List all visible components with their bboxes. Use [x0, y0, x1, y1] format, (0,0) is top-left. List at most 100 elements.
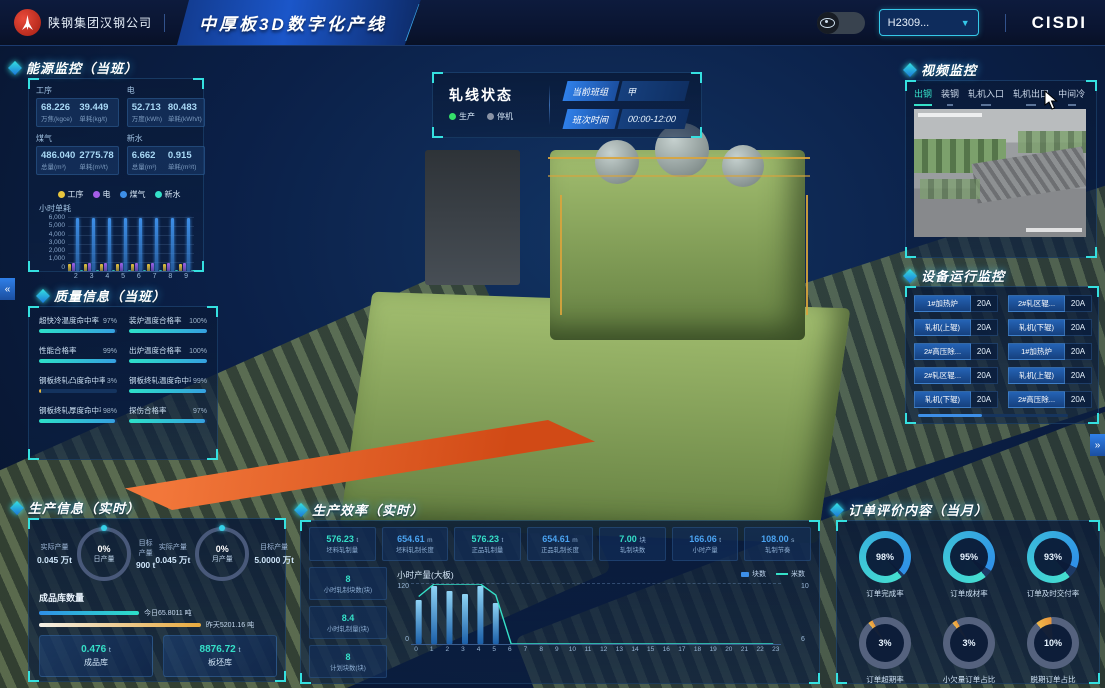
x-tick: 15 — [646, 646, 656, 653]
x-tick: 10 — [567, 646, 577, 653]
equipment-name-button[interactable]: 2#高压除... — [914, 343, 971, 360]
camera-tab-1[interactable]: 装钢 — [941, 87, 959, 106]
energy-metric: 0.915单耗(m³/t) — [168, 150, 200, 171]
progress-fill — [129, 329, 207, 333]
efficiency-side-card: 8计划块数(块) — [309, 645, 387, 678]
equipment-scrollbar[interactable] — [918, 414, 1068, 417]
x-tick: 5 — [489, 646, 499, 653]
hourly-chart-svg — [411, 584, 781, 644]
bar — [179, 264, 182, 271]
energy-group-name: 工序 — [36, 85, 119, 96]
equipment-name-button[interactable]: 轧机(上辊) — [914, 319, 971, 336]
donut-value: 3% — [950, 624, 988, 662]
eye-icon — [817, 12, 839, 34]
x-tick: 4 — [105, 273, 109, 280]
equipment-cell: 轧机(下辊)20A — [1008, 319, 1092, 336]
equipment-name-button[interactable]: 2#高压除... — [1008, 391, 1065, 408]
camera-feed[interactable] — [914, 109, 1086, 237]
visibility-toggle[interactable] — [817, 12, 865, 34]
legend-label: 块数 — [752, 569, 766, 579]
x-tick: 13 — [614, 646, 624, 653]
bar-group — [131, 218, 146, 271]
order-donut: 10%脱期订单占比 — [1027, 617, 1079, 688]
top-bar: 陕钢集团汉钢公司 中厚板3D数字化产线 H2309... ▼ CISDI — [0, 0, 1105, 46]
donut-ring: 10% — [1027, 617, 1079, 669]
equipment-name-button[interactable]: 轧机(下辊) — [914, 391, 971, 408]
efficiency-card: 576.23 t正品轧制量 — [454, 527, 521, 561]
shift-team-row: 当前班组 甲 — [565, 81, 687, 101]
energy-group: 电52.713万度(kWh)80.483单耗(kWh/t) — [127, 85, 205, 127]
progress-fill — [129, 419, 205, 423]
efficiency-side-card: 8小时轧制块数(块) — [309, 567, 387, 600]
efficiency-panel: 576.23 t坯料轧制量654.61 m坯料轧制长度576.23 t正品轧制量… — [300, 520, 820, 684]
equipment-name-button[interactable]: 1#加热炉 — [914, 295, 971, 312]
quality-panel-title: 质量信息（当班） — [54, 286, 166, 305]
hourly-output-chart: 1200 106 0123456789101112131415161718192… — [411, 583, 799, 657]
y-tick-right: 10 — [801, 583, 815, 590]
bar — [108, 218, 111, 271]
hourly-chart-legend: 块数 米数 — [741, 569, 805, 579]
energy-group: 煤气486.040总量(m³)2775.78单耗(m³/t) — [36, 133, 119, 175]
progress-fill — [39, 359, 116, 363]
equipment-name-button[interactable]: 2#轧区辊... — [914, 367, 971, 384]
bar-group — [116, 218, 131, 271]
donut-ring: 98% — [859, 531, 911, 583]
panel-icon — [10, 500, 24, 514]
device-select-dropdown[interactable]: H2309... ▼ — [879, 9, 979, 36]
target-output: 目标产量900 t — [136, 538, 155, 570]
energy-metric-groups: 工序68.226万焦(kgce)39.449单耗(kg/t)电52.713万度(… — [36, 85, 194, 175]
left-collapse-tab[interactable]: « — [0, 278, 15, 300]
progress-track — [129, 359, 207, 363]
quality-item-top: 探伤合格率97% — [129, 405, 207, 416]
bar — [143, 270, 146, 271]
energy-metric: 52.713万度(kWh) — [132, 102, 164, 123]
target-output: 目标产量5.0000 万t — [254, 542, 294, 566]
efficiency-card: 108.00 s轧制节奏 — [744, 527, 811, 561]
order-donut: 3%订单超期率 — [859, 617, 911, 688]
camera-osd — [1026, 228, 1082, 232]
equipment-current-value: 20A — [1065, 391, 1092, 408]
inventory-bars: 今日65.8011 吨昨天5201.16 吨 — [39, 607, 277, 631]
bar — [191, 270, 194, 271]
equipment-name-button[interactable]: 2#轧区辊... — [1008, 295, 1065, 312]
bar-group — [147, 218, 162, 271]
quality-item-top: 出炉温度合格率100% — [129, 345, 207, 356]
x-tick: 6 — [505, 646, 515, 653]
camera-tab-0[interactable]: 出钢 — [914, 87, 932, 106]
y-tick: 0 — [39, 265, 65, 272]
donut-value: 3% — [866, 624, 904, 662]
right-expand-tab[interactable]: » — [1090, 434, 1105, 456]
bar — [167, 263, 170, 271]
panel-icon — [8, 60, 22, 74]
energy-metric: 486.040总量(m³) — [41, 150, 75, 171]
legend-label: 生产 — [459, 111, 475, 122]
page-title: 中厚板3D数字化产线 — [199, 10, 387, 35]
donut-value: 10% — [1034, 624, 1072, 662]
energy-group: 工序68.226万焦(kgce)39.449单耗(kg/t) — [36, 85, 119, 127]
camera-tab-4[interactable]: 中间冷 — [1058, 87, 1085, 106]
line-status-title: 轧线状态 — [449, 85, 513, 105]
y-tick: 4,000 — [39, 232, 65, 239]
panel-icon — [903, 62, 917, 76]
equipment-name-button[interactable]: 1#加热炉 — [1008, 343, 1065, 360]
energy-group: 新水6.662总量(m³)0.915单耗(m³/t) — [127, 133, 205, 175]
quality-grid: 超快冷温度命中率97%装炉温度合格率100%性能合格率99%出炉温度合格率100… — [39, 315, 207, 423]
bar — [183, 263, 186, 271]
energy-panel: 工序68.226万焦(kgce)39.449单耗(kg/t)电52.713万度(… — [28, 78, 204, 272]
quality-item-top: 钢板终轧温度命中率99% — [129, 375, 207, 386]
energy-panel-title: 能源监控（当班） — [26, 58, 138, 77]
equipment-cell: 1#加热炉20A — [1008, 343, 1092, 360]
quality-item: 钢板终轧厚度命中率98% — [39, 405, 117, 423]
camera-tab-2[interactable]: 轧机入口 — [968, 87, 1004, 106]
efficiency-cards: 576.23 t坯料轧制量654.61 m坯料轧制长度576.23 t正品轧制量… — [309, 527, 811, 561]
crane-beam — [806, 195, 808, 315]
x-tick: 16 — [661, 646, 671, 653]
donut-ring: 93% — [1027, 531, 1079, 583]
device-select-value: H2309... — [888, 17, 930, 29]
equipment-name-button[interactable]: 轧机(上辊) — [1008, 367, 1065, 384]
equipment-cell: 轧机(上辊)20A — [914, 319, 998, 336]
x-tick: 17 — [677, 646, 687, 653]
bar-group — [179, 218, 194, 271]
equipment-name-button[interactable]: 轧机(下辊) — [1008, 319, 1065, 336]
progress-track — [39, 359, 117, 363]
